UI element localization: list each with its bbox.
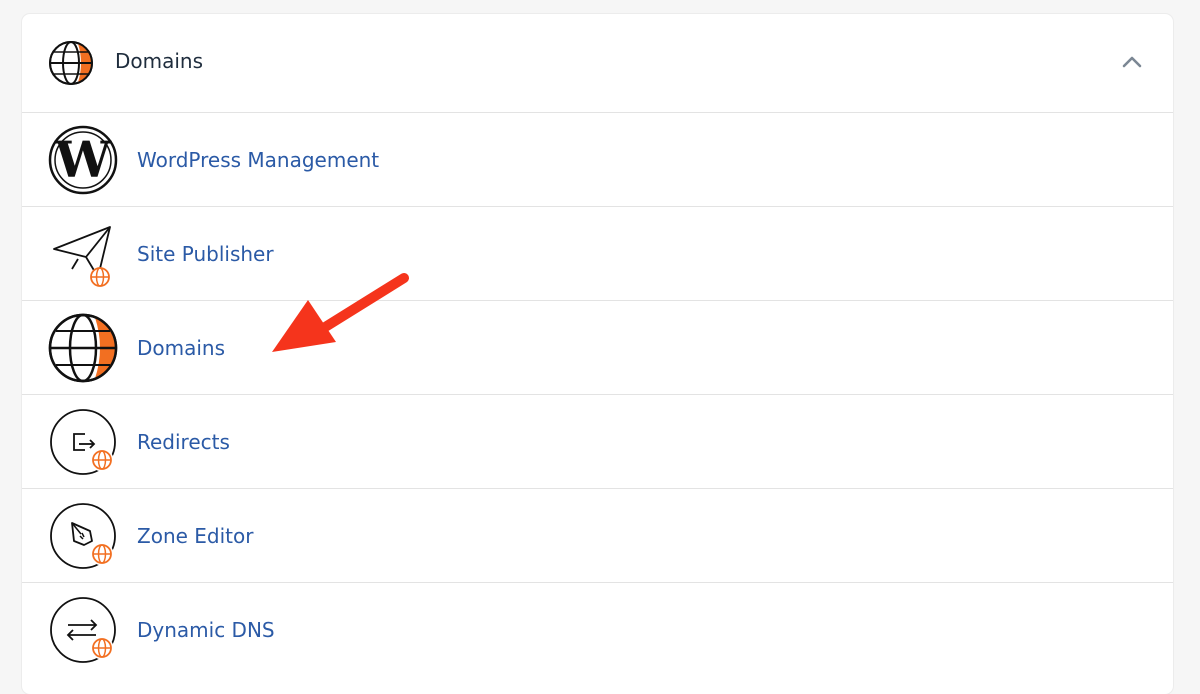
tool-item-site-publisher[interactable]: Site Publisher xyxy=(22,207,1173,301)
section-header-domains[interactable]: Domains xyxy=(22,14,1173,113)
wordpress-icon: W xyxy=(48,125,118,195)
globe-icon xyxy=(49,41,93,85)
tool-label: Site Publisher xyxy=(137,242,274,266)
paper-plane-globe-icon xyxy=(53,226,111,287)
domains-panel: Domains W WordPress Management Site Publ… xyxy=(22,14,1173,694)
svg-text:W: W xyxy=(54,130,112,189)
tool-item-zone-editor[interactable]: Zone Editor xyxy=(22,489,1173,583)
arrows-exchange-globe-icon xyxy=(50,597,116,663)
tool-label: Domains xyxy=(137,336,226,360)
tool-item-wordpress-management[interactable]: W WordPress Management xyxy=(22,113,1173,207)
redirect-globe-icon xyxy=(50,409,116,475)
globe-icon xyxy=(48,313,118,383)
tool-item-dynamic-dns[interactable]: Dynamic DNS xyxy=(22,583,1173,676)
tool-label: Dynamic DNS xyxy=(137,618,275,642)
tool-label: Redirects xyxy=(137,430,230,454)
tool-label: Zone Editor xyxy=(137,524,254,548)
tool-item-domains[interactable]: Domains xyxy=(22,301,1173,395)
tool-item-redirects[interactable]: Redirects xyxy=(22,395,1173,489)
tool-label: WordPress Management xyxy=(137,148,380,172)
chevron-up-icon[interactable] xyxy=(1121,54,1143,70)
section-title: Domains xyxy=(115,49,204,73)
pen-nib-globe-icon xyxy=(50,503,116,569)
